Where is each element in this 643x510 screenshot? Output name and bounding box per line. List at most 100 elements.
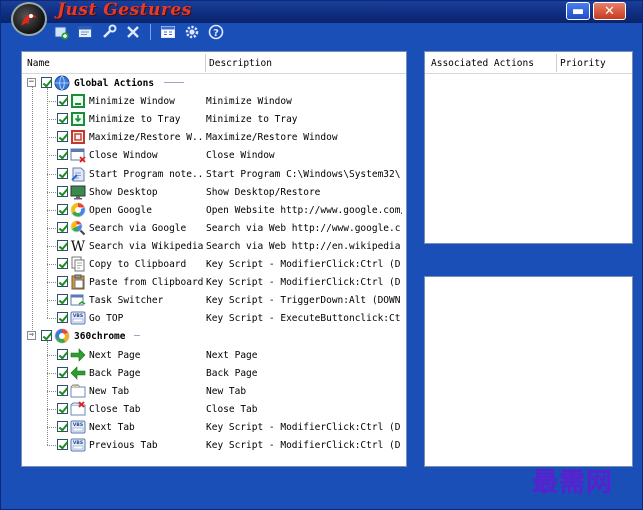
tree-item-row[interactable]: VBS Go TOP Key Script - ExecuteButtonclick… [22,309,406,327]
item-checkbox[interactable] [57,258,68,269]
item-checkbox[interactable] [57,276,68,288]
item-checkbox[interactable] [57,312,68,324]
maximize-restore-icon [70,129,86,145]
tree-item-row[interactable]: New Tab New Tab [22,382,406,400]
tree-item-row[interactable]: Back Page Back Page [22,364,406,382]
tree-item-row[interactable]: Maximize/Restore W... Maximize/Restore Wi… [22,128,406,146]
item-checkbox[interactable] [57,402,68,414]
tree-connector [47,354,56,356]
associated-column-header: Associated Actions Priority [425,52,632,74]
tree-connector [47,191,56,193]
tree-group-row[interactable]: − Global Actions [22,74,406,92]
tree-item-row[interactable]: Next Page Next Page [22,346,406,364]
settings-gear-icon[interactable] [182,23,202,41]
item-checkbox[interactable] [57,420,68,432]
tree-item-row[interactable]: Close Window Close Window [22,146,406,164]
tree-connector [47,300,56,302]
360chrome-icon [54,328,70,344]
item-name: Start Program note... [89,168,204,180]
item-description: Key Script - ModifierClick:Ctrl (D... [206,259,402,270]
item-name: Task Switcher [89,295,164,307]
tree-item-row[interactable]: Search via Google Search via Web http://w… [22,219,406,237]
item-name: Maximize/Restore W... [89,132,204,144]
tree-item-row[interactable]: Copy to Clipboard Key Script - ModifierCl… [22,255,406,273]
column-priority[interactable]: Priority [560,58,606,69]
column-description[interactable]: Description [209,58,272,69]
minimize-button[interactable]: ▬ [566,2,590,20]
item-name: Close Window [89,150,158,162]
tree-connector [47,445,56,446]
group-checkbox[interactable] [41,77,52,88]
item-checkbox[interactable] [57,149,68,161]
item-checkbox[interactable] [57,294,68,306]
item-checkbox[interactable] [57,203,68,215]
minimize-tray-icon [70,111,86,127]
tree-item-row[interactable]: Paste from Clipboard Key Script - Modifie… [22,273,406,291]
item-checkbox[interactable] [57,131,68,143]
tree-item-row[interactable]: Open Google Open Website http://www.googl… [22,201,406,219]
tree-item-row[interactable]: Show Desktop Show Desktop/Restore [22,183,406,201]
item-name: Search via Wikipedia [89,240,204,252]
gesture-preview-panel [424,276,633,467]
title-bar[interactable]: Just Gestures ▬ ✕ [1,1,642,23]
collapse-toggle[interactable]: − [27,78,36,87]
delete-x-icon[interactable] [123,23,143,41]
tree-item-row[interactable]: VBS Previous Tab Key Script - ModifierClic… [22,436,406,454]
column-name[interactable]: Name [27,58,50,69]
item-checkbox[interactable] [57,113,68,125]
tree-item-row[interactable]: Close Tab Close Tab [22,400,406,418]
key-script-icon: VBS [70,437,86,453]
item-checkbox[interactable] [57,384,68,396]
tree-group-row[interactable]: −360chrome [22,327,406,345]
new-tab-icon [70,383,86,399]
item-checkbox[interactable] [57,185,68,197]
item-checkbox[interactable] [57,167,68,179]
tree-item-row[interactable]: Minimize Window Minimize Window [22,92,406,110]
add-gesture-icon[interactable] [51,23,71,41]
item-name: Back Page [89,367,141,379]
item-name: Next Page [89,349,141,361]
copy-icon [70,256,86,272]
close-button[interactable]: ✕ [593,2,626,20]
help-icon[interactable]: ? [206,23,226,41]
tree-connector [47,318,56,320]
item-name: Close Tab [89,403,141,415]
tree-item-row[interactable]: W Search via Wikipedia Search via Web http… [22,237,406,255]
svg-text:VBS: VBS [73,422,83,428]
group-checkbox[interactable] [41,330,52,342]
gestures-tree: − Global Actions Minimize Window Minimize W… [22,74,406,466]
item-name: Go TOP [89,313,124,325]
item-checkbox[interactable] [57,221,68,233]
tree-item-row[interactable]: VBS Next Tab Key Script - ModifierClick:Ct… [22,418,406,436]
tree-connector [47,173,56,175]
item-description: Minimize Window [206,96,292,108]
item-checkbox[interactable] [57,239,68,251]
column-divider[interactable] [205,54,206,72]
tree-connector [32,87,33,337]
wikipedia-icon: W [70,238,86,255]
edit-wrench-icon[interactable] [99,23,119,41]
column-divider[interactable] [556,54,557,72]
tree-column-header: Name Description [22,52,406,74]
column-associated-actions[interactable]: Associated Actions [431,58,534,69]
show-desktop-icon [70,184,86,200]
google-icon [70,202,86,218]
associated-actions-panel: Associated Actions Priority [424,51,633,244]
item-checkbox[interactable] [57,348,68,360]
item-name: Copy to Clipboard [89,259,187,270]
item-description: Key Script - TriggerDown:Alt (DOWN... [206,295,402,307]
task-switcher-icon [70,292,86,308]
tree-item-row[interactable]: Start Program note... Start Program C:\Wi… [22,165,406,183]
tree-item-row[interactable]: Minimize to Tray Minimize to Tray [22,110,406,128]
properties-window-icon[interactable] [158,23,178,41]
tree-connector [47,119,56,121]
tree-connector [47,155,56,157]
toolbar-separator [150,24,151,40]
item-checkbox[interactable] [57,366,68,378]
tree-connector [47,227,56,229]
item-checkbox[interactable] [57,439,68,450]
add-application-icon[interactable] [75,23,95,41]
tree-item-row[interactable]: Task Switcher Key Script - TriggerDown:Al… [22,291,406,309]
item-name: Next Tab [89,421,135,433]
item-checkbox[interactable] [57,95,68,107]
